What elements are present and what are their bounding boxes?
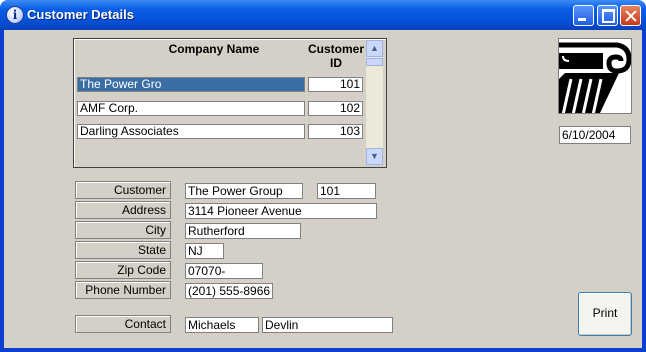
- grid-row-1-company[interactable]: The Power Gro: [77, 77, 305, 92]
- date-field: 6/10/2004: [559, 126, 631, 144]
- customer-details-window: i Customer Details Company Name Customer…: [0, 0, 646, 352]
- contact-label-button[interactable]: Contact: [75, 315, 171, 333]
- grid-row-3-id[interactable]: 103: [308, 124, 363, 139]
- scroll-thumb[interactable]: [366, 58, 383, 66]
- grid-scrollbar[interactable]: ▲ ▼: [366, 40, 383, 165]
- customer-id-field[interactable]: 101: [317, 183, 376, 199]
- zip-code-label-button[interactable]: Zip Code: [75, 261, 171, 279]
- phone-number-label-button[interactable]: Phone Number: [75, 281, 171, 299]
- contact-first-name-field[interactable]: Michaels: [185, 317, 259, 333]
- city-label-button[interactable]: City: [75, 221, 171, 239]
- column-capital-logo: [558, 38, 632, 114]
- window-title: Customer Details: [27, 7, 134, 22]
- grid-row-2-id[interactable]: 102: [308, 101, 363, 116]
- address-label-button[interactable]: Address: [75, 201, 171, 219]
- customer-id-header: Customer ID: [307, 42, 364, 70]
- logo-graphic: [559, 39, 631, 113]
- state-field[interactable]: NJ: [185, 243, 224, 259]
- grid-row-2-company[interactable]: AMF Corp.: [77, 101, 305, 116]
- customer-grid[interactable]: Company Name Customer ID The Power Gro 1…: [73, 38, 387, 168]
- maximize-button[interactable]: [597, 5, 618, 26]
- scroll-up-icon[interactable]: ▲: [366, 40, 383, 57]
- phone-number-field[interactable]: (201) 555-8966: [185, 283, 273, 299]
- address-field[interactable]: 3114 Pioneer Avenue: [185, 203, 377, 219]
- title-bar[interactable]: i Customer Details: [0, 0, 646, 30]
- minimize-button[interactable]: [573, 5, 594, 26]
- print-button[interactable]: Print: [578, 292, 632, 336]
- contact-last-name-field[interactable]: Devlin: [262, 317, 393, 333]
- grid-row-1-id[interactable]: 101: [308, 77, 363, 92]
- close-button[interactable]: [620, 5, 641, 26]
- customer-label-button[interactable]: Customer: [75, 181, 171, 199]
- info-icon[interactable]: i: [6, 6, 24, 24]
- form-client-area: Company Name Customer ID The Power Gro 1…: [4, 30, 642, 348]
- city-field[interactable]: Rutherford: [185, 223, 301, 239]
- grid-row-3-company[interactable]: Darling Associates: [77, 124, 305, 139]
- zip-code-field[interactable]: 07070-: [185, 263, 263, 279]
- state-label-button[interactable]: State: [75, 241, 171, 259]
- company-name-header: Company Name: [168, 42, 260, 56]
- customer-name-field[interactable]: The Power Group: [185, 183, 303, 199]
- scroll-down-icon[interactable]: ▼: [366, 148, 383, 165]
